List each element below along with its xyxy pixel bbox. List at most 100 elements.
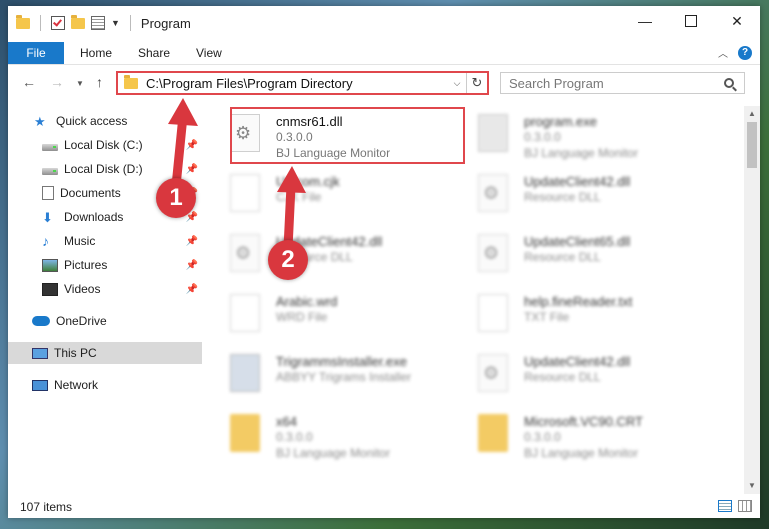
list-item[interactable]: UpdateClient42.dll Resource DLL bbox=[458, 168, 698, 224]
file-type: ABBYY Trigrams Installer bbox=[276, 370, 412, 384]
cloud-icon bbox=[32, 316, 50, 326]
new-folder-icon[interactable] bbox=[71, 14, 85, 29]
tab-view[interactable]: View bbox=[196, 42, 222, 64]
large-icons-view-icon[interactable] bbox=[738, 500, 752, 512]
scroll-down-icon[interactable]: ▼ bbox=[744, 478, 760, 494]
tab-share[interactable]: Share bbox=[138, 42, 170, 64]
properties-check-icon[interactable] bbox=[51, 16, 65, 30]
search-icon[interactable] bbox=[724, 78, 734, 88]
help-icon[interactable]: ? bbox=[738, 45, 752, 60]
properties-icon[interactable] bbox=[91, 16, 105, 30]
pin-icon[interactable]: 📌 bbox=[186, 140, 198, 151]
address-path[interactable]: C:\Program Files\Program Directory bbox=[146, 76, 448, 91]
file-version: 0.3.0.0 bbox=[276, 430, 313, 444]
address-bar[interactable]: C:\Program Files\Program Directory ⌵ ↻ bbox=[116, 71, 489, 95]
pin-icon[interactable]: 📌 bbox=[186, 164, 198, 175]
details-view-icon[interactable] bbox=[718, 500, 732, 512]
up-icon[interactable]: ↑ bbox=[96, 74, 103, 90]
list-item[interactable]: Unicom.cjk CJK File bbox=[210, 168, 450, 224]
sidebar-item-pictures[interactable]: Pictures 📌 bbox=[8, 254, 202, 276]
sidebar-item-videos[interactable]: Videos 📌 bbox=[8, 278, 202, 300]
list-item[interactable]: x64 0.3.0.0 BJ Language Monitor bbox=[210, 408, 450, 464]
sidebar-item-this-pc[interactable]: This PC bbox=[8, 342, 202, 364]
list-item[interactable]: program.exe 0.3.0.0 BJ Language Monitor bbox=[458, 108, 698, 164]
refresh-icon[interactable]: ↻ bbox=[466, 73, 487, 93]
list-item[interactable]: Microsoft.VC90.CRT 0.3.0.0 BJ Language M… bbox=[458, 408, 698, 464]
sidebar-item-local-disk-c[interactable]: Local Disk (C:) 📌 bbox=[8, 134, 202, 156]
item-count: 107 items bbox=[20, 500, 73, 514]
dll-file-icon bbox=[230, 234, 260, 272]
search-box[interactable]: Search Program bbox=[500, 72, 745, 94]
recent-locations-icon[interactable]: ▼ bbox=[76, 79, 84, 88]
dll-file-icon bbox=[478, 354, 508, 392]
address-dropdown-icon[interactable]: ⌵ bbox=[448, 78, 466, 89]
sidebar-item-label: Network bbox=[54, 378, 99, 392]
sidebar-item-label: Local Disk (D:) bbox=[64, 162, 143, 176]
file-type: Resource DLL bbox=[524, 190, 601, 204]
forward-icon[interactable]: → bbox=[50, 74, 64, 90]
sidebar-item-network[interactable]: Network bbox=[8, 374, 202, 396]
sidebar-item-quick-access[interactable]: ★ Quick access bbox=[8, 110, 202, 132]
star-icon: ★ bbox=[34, 113, 46, 129]
close-icon: ✕ bbox=[731, 12, 743, 29]
sidebar-item-label: Local Disk (C:) bbox=[64, 138, 143, 152]
file-version: 0.3.0.0 bbox=[524, 430, 561, 444]
file-name: Arabic.wrd bbox=[276, 294, 338, 309]
scroll-thumb[interactable] bbox=[747, 122, 757, 168]
file-type: WRD File bbox=[276, 310, 328, 324]
view-switcher bbox=[718, 500, 752, 512]
minimize-button[interactable]: — bbox=[622, 6, 668, 36]
customize-toolbar-dropdown-icon[interactable]: ▼ bbox=[111, 18, 120, 28]
disk-icon bbox=[42, 167, 58, 175]
sidebar-item-label: Pictures bbox=[64, 258, 108, 272]
explorer-window: ▼ Program — ✕ File Home Share View ︿ ? ←… bbox=[8, 6, 760, 518]
file-name: help.fineReader.txt bbox=[524, 294, 633, 309]
file-name: Unicom.cjk bbox=[276, 174, 340, 189]
expand-ribbon-icon[interactable]: ︿ bbox=[718, 45, 728, 60]
videos-icon bbox=[42, 282, 58, 296]
sidebar-item-local-disk-d[interactable]: Local Disk (D:) 📌 bbox=[8, 158, 202, 180]
search-input[interactable]: Search Program bbox=[501, 76, 724, 91]
step-2-badge: 2 bbox=[268, 240, 308, 280]
list-item[interactable]: UpdateClient42.dll Resource DLL bbox=[210, 228, 450, 284]
sidebar-item-label: This PC bbox=[54, 346, 97, 360]
file-icon bbox=[230, 174, 260, 212]
pin-icon[interactable]: 📌 bbox=[186, 260, 198, 271]
file-type: Resource DLL bbox=[524, 250, 601, 264]
folder-icon[interactable] bbox=[16, 14, 30, 29]
dll-file-icon bbox=[478, 234, 508, 272]
list-item[interactable]: Arabic.wrd WRD File bbox=[210, 288, 450, 344]
list-item[interactable]: UpdateClient42.dll Resource DLL bbox=[458, 348, 698, 404]
text-file-icon bbox=[478, 294, 508, 332]
tab-home[interactable]: Home bbox=[80, 42, 112, 64]
vertical-scrollbar[interactable]: ▲ ▼ bbox=[744, 106, 760, 494]
file-description: BJ Language Monitor bbox=[276, 446, 391, 460]
separator bbox=[40, 15, 41, 31]
list-item[interactable]: help.fineReader.txt TXT File bbox=[458, 288, 698, 344]
file-description: BJ Language Monitor bbox=[524, 146, 639, 160]
installer-icon bbox=[230, 354, 260, 392]
disk-icon bbox=[42, 143, 58, 151]
scroll-up-icon[interactable]: ▲ bbox=[744, 106, 760, 122]
file-version: 0.3.0.0 bbox=[524, 130, 561, 144]
pin-icon[interactable]: 📌 bbox=[186, 236, 198, 247]
navigation-bar: ← → ▼ ↑ C:\Program Files\Program Directo… bbox=[8, 68, 760, 98]
sidebar-item-music[interactable]: ♪ Music 📌 bbox=[8, 230, 202, 252]
back-icon[interactable]: ← bbox=[22, 74, 36, 90]
file-name: x64 bbox=[276, 414, 297, 429]
folder-icon bbox=[478, 414, 508, 452]
sidebar-item-label: Documents bbox=[60, 186, 121, 200]
title-bar: ▼ Program — ✕ bbox=[8, 6, 760, 40]
file-name: program.exe bbox=[524, 114, 597, 129]
list-item[interactable]: UpdateClient65.dll Resource DLL bbox=[458, 228, 698, 284]
close-button[interactable]: ✕ bbox=[714, 6, 760, 36]
sidebar-item-label: OneDrive bbox=[56, 314, 107, 328]
file-name: UpdateClient42.dll bbox=[524, 174, 631, 189]
sidebar-item-onedrive[interactable]: OneDrive bbox=[8, 310, 202, 332]
pin-icon[interactable]: 📌 bbox=[186, 284, 198, 295]
maximize-button[interactable] bbox=[668, 6, 714, 36]
folder-icon bbox=[230, 414, 260, 452]
file-name: Microsoft.VC90.CRT bbox=[524, 414, 643, 429]
list-item[interactable]: TrigrammsInstaller.exe ABBYY Trigrams In… bbox=[210, 348, 450, 404]
tab-file[interactable]: File bbox=[8, 42, 64, 64]
